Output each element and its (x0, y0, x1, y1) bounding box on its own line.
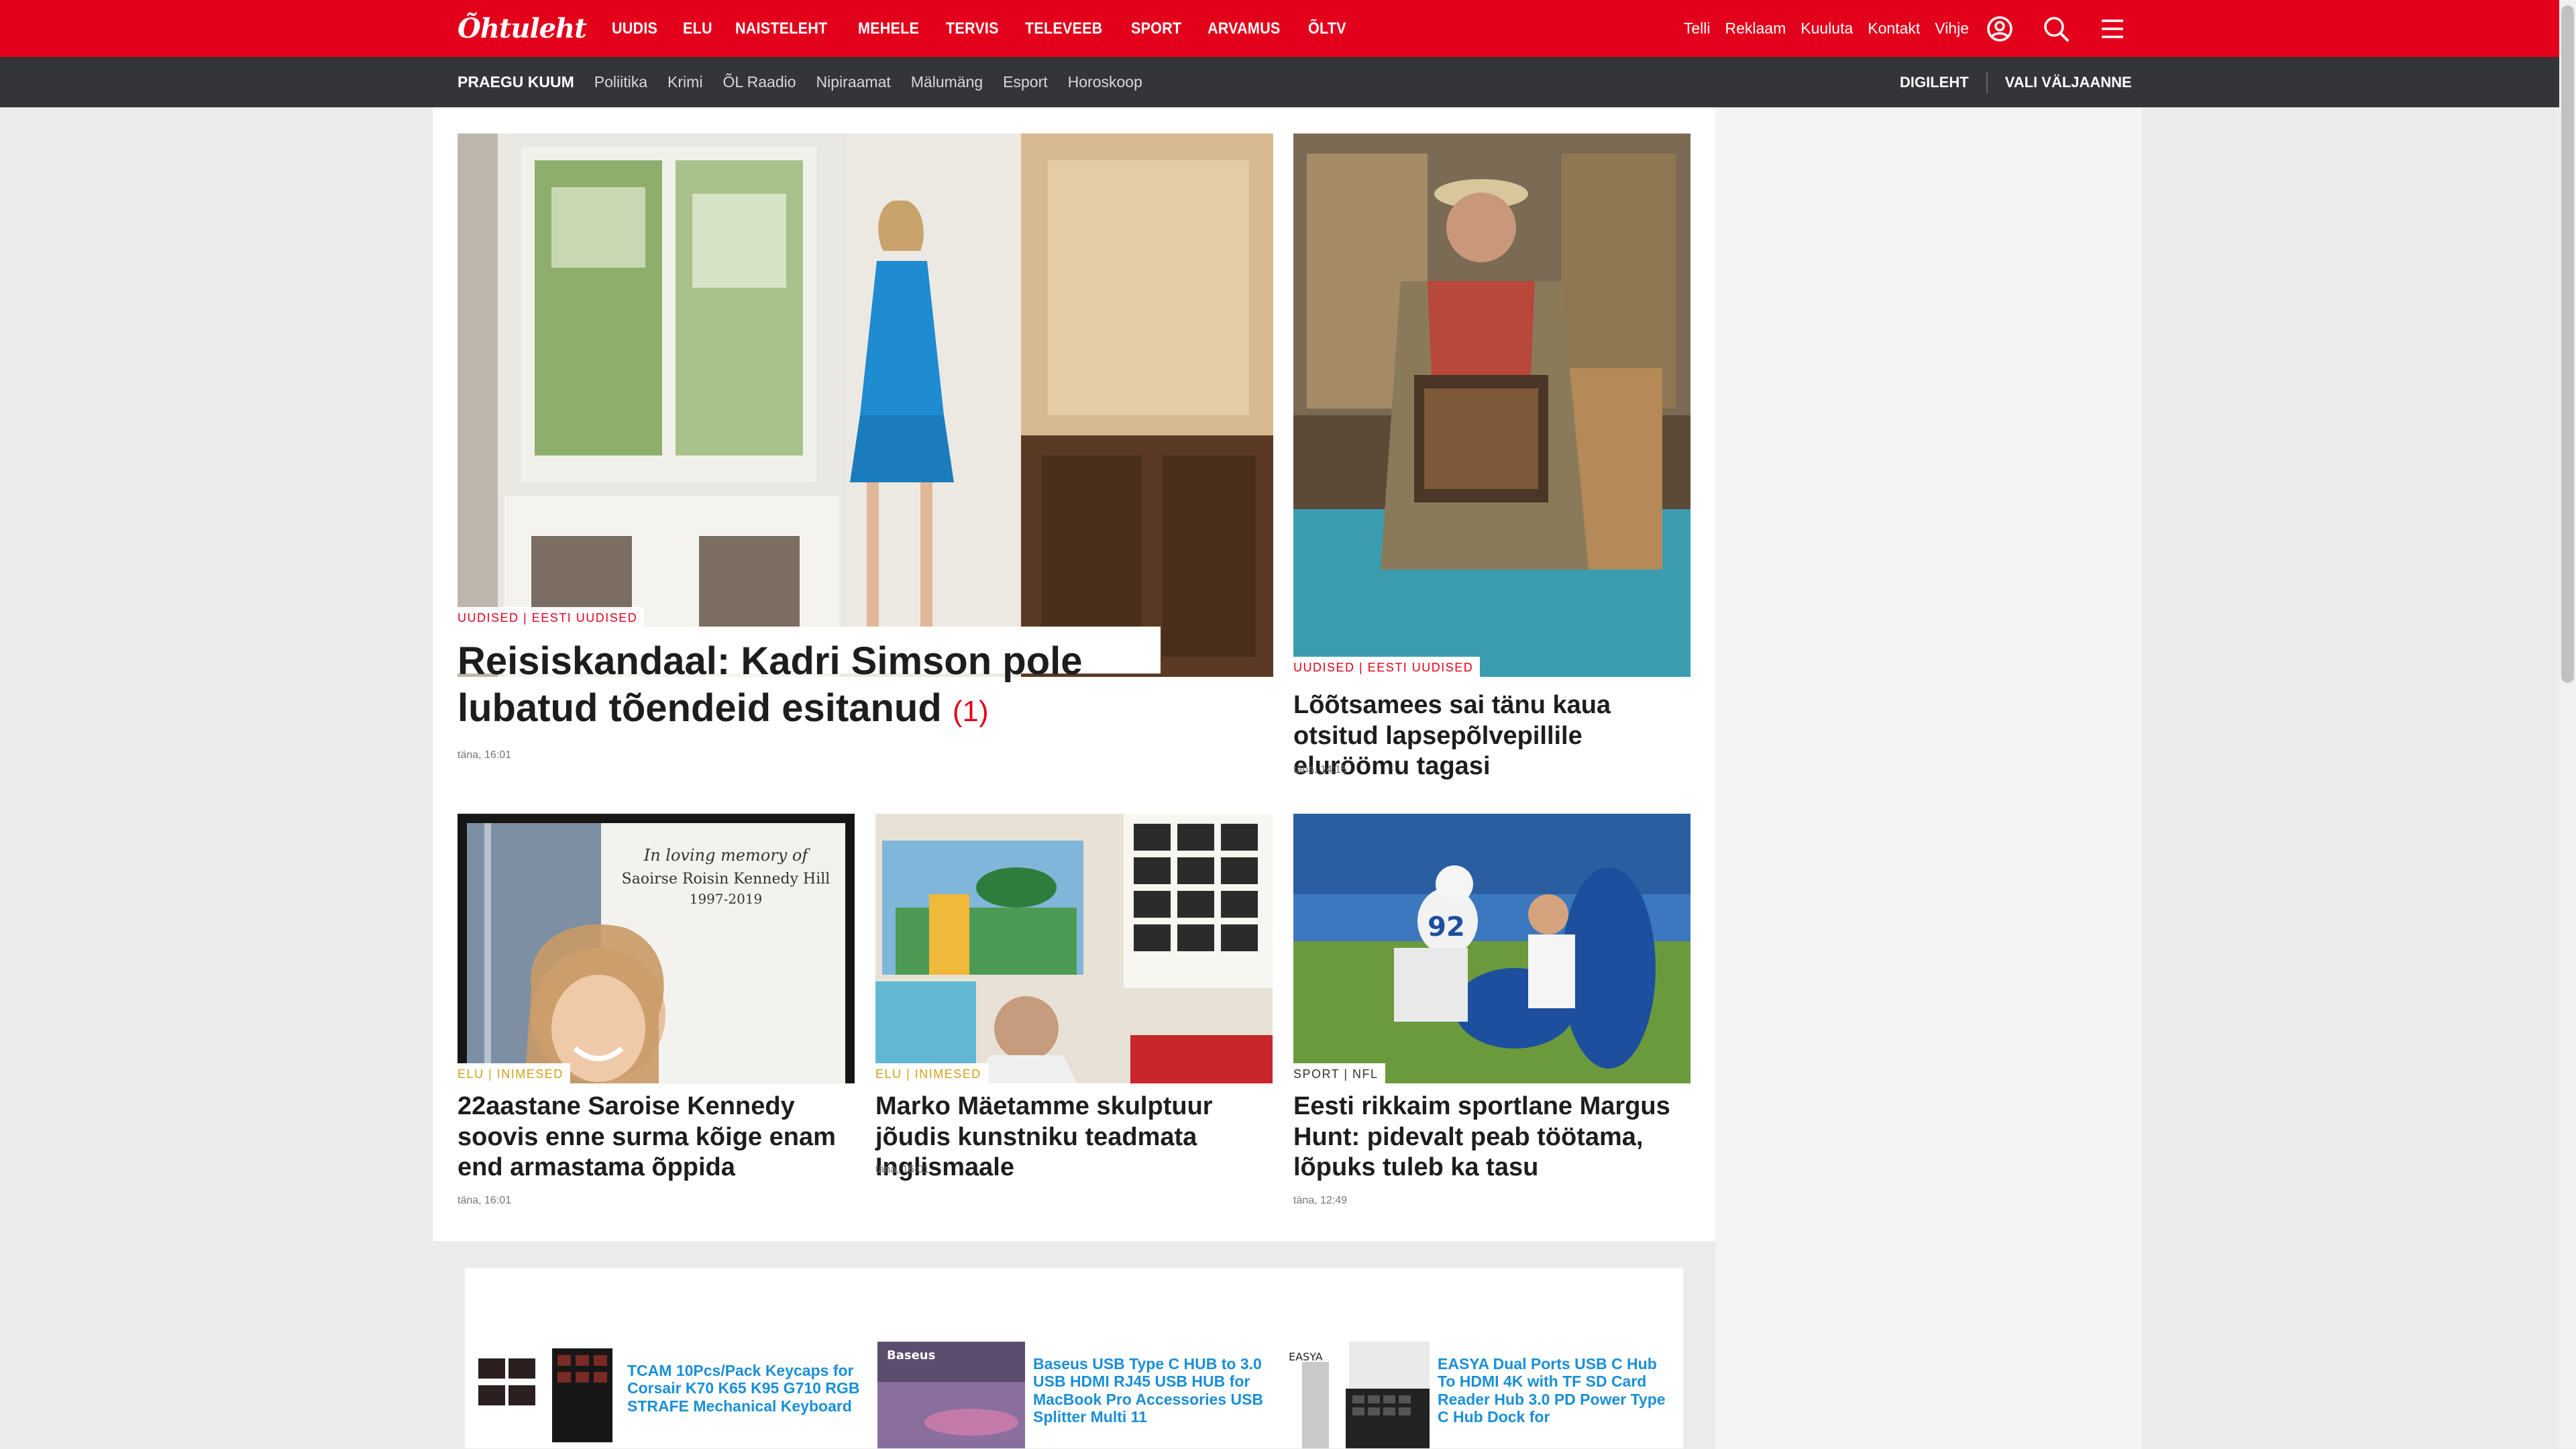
scrollbar-thumb[interactable] (2561, 5, 2574, 683)
edition-links: DIGILEHT VALI VÄLJAANNE (1900, 57, 2132, 107)
ad-item[interactable]: Baseus Baseus USB Type C HUB to 3.0 USB … (877, 1342, 1280, 1448)
util-link-reklaam[interactable]: Reklaam (1725, 19, 1786, 38)
article-headline[interactable]: Eesti rikkaim sportlane Margus Hunt: pid… (1293, 1091, 1682, 1183)
subnav-poliitika[interactable]: Poliitika (594, 73, 647, 91)
ad-thumbnail[interactable] (472, 1342, 619, 1448)
nav-item-mehele[interactable]: MEHELE (858, 19, 919, 38)
subnav-krimi[interactable]: Krimi (667, 73, 702, 91)
divider (1986, 71, 1988, 93)
ad-thumbnail[interactable]: EASYA (1282, 1342, 1430, 1448)
ad-text[interactable]: TCAM 10Pcs/Pack Keycaps for Corsair K70 … (627, 1362, 862, 1415)
nav-item-naisteleht[interactable]: NAISTELEHT (735, 19, 827, 38)
subnav-esport[interactable]: Esport (1003, 73, 1047, 91)
nav-item-arvamus[interactable]: ARVAMUS (1208, 19, 1280, 38)
article-category[interactable]: UUDISED | EESTI UUDISED (1293, 657, 1481, 678)
top-navigation-bar: Õhtuleht UUDIS ELU NAISTELEHT MEHELE TER… (0, 0, 2559, 57)
article-card[interactable]: ELU | INIMESED Marko Mäetamme skulptuur … (875, 814, 1273, 1189)
nav-item-tervis[interactable]: TERVIS (946, 19, 999, 38)
hamburger-menu-icon[interactable] (2098, 15, 2127, 43)
secondary-nav: PRAEGU KUUM Poliitika Krimi ÕL Raadio Ni… (458, 57, 1163, 107)
sponsored-products-box: TCAM 10Pcs/Pack Keycaps for Corsair K70 … (465, 1268, 1683, 1448)
article-image[interactable] (1293, 133, 1690, 677)
article-category[interactable]: ELU | INIMESED (458, 1063, 570, 1084)
article-image[interactable] (875, 814, 1273, 1083)
site-logo[interactable]: Õhtuleht (458, 12, 587, 46)
page-scrollbar[interactable] (2559, 0, 2576, 1448)
comment-count[interactable]: (1) (953, 695, 989, 728)
ad-brand-label: EASYA (1289, 1350, 1323, 1363)
util-link-telli[interactable]: Telli (1684, 19, 1711, 38)
ad-brand-label: Baseus (887, 1348, 935, 1362)
memorial-text-line-3: 1997-2019 (690, 891, 763, 907)
article-headline[interactable]: 22aastane Saroise Kennedy soovis enne su… (458, 1091, 847, 1183)
nav-item-televeeb[interactable]: TELEVEEB (1025, 19, 1102, 38)
ad-text[interactable]: Baseus USB Type C HUB to 3.0 USB HDMI RJ… (1033, 1355, 1268, 1426)
util-link-vihje[interactable]: Vihje (1935, 19, 1969, 38)
nav-item-sport[interactable]: SPORT (1131, 19, 1181, 38)
jersey-number: 92 (1428, 912, 1465, 943)
nav-item-oltv[interactable]: ÕLTV (1308, 19, 1346, 38)
utility-nav: Telli Reklaam Kuuluta Kontakt Vihje (1669, 0, 1969, 57)
memorial-text-line-2: Saoirse Roisin Kennedy Hill (622, 871, 830, 888)
article-image[interactable]: In loving memory of Saoirse Roisin Kenne… (458, 814, 855, 1083)
secondary-nav-bar: PRAEGU KUUM Poliitika Krimi ÕL Raadio Ni… (0, 57, 2559, 107)
subnav-horoskoop[interactable]: Horoskoop (1068, 73, 1142, 91)
lead-article-image[interactable] (458, 133, 1273, 677)
subnav-malumang[interactable]: Mälumäng (911, 73, 983, 91)
nav-item-uudis[interactable]: UUDIS (612, 19, 657, 38)
search-icon[interactable] (2042, 15, 2070, 43)
article-headline[interactable]: Lõõtsamees sai tänu kaua otsitud lapsepõ… (1293, 690, 1682, 782)
article-time: täna, 16:01 (458, 1195, 512, 1206)
account-circle-icon[interactable] (1986, 15, 2014, 43)
ad-item[interactable]: EASYA EASYA Dual Ports USB C Hub To HDMI… (1282, 1342, 1683, 1448)
memorial-text-line-1: In loving memory of (643, 846, 811, 865)
ad-item[interactable]: TCAM 10Pcs/Pack Keycaps for Corsair K70 … (472, 1342, 874, 1448)
subnav-nipiraamat[interactable]: Nipiraamat (816, 73, 891, 91)
header-icons (1986, 0, 2155, 57)
main-nav: UUDIS ELU NAISTELEHT MEHELE TERVIS TELEV… (612, 0, 1371, 57)
article-category[interactable]: ELU | INIMESED (875, 1063, 988, 1084)
util-link-kontakt[interactable]: Kontakt (1868, 19, 1920, 38)
subnav-praegu-kuum[interactable]: PRAEGU KUUM (458, 73, 574, 91)
right-ad-column (1715, 107, 2142, 1449)
article-card[interactable]: In loving memory of Saoirse Roisin Kenne… (458, 814, 855, 1216)
article-image[interactable]: 92 (1293, 814, 1690, 1083)
article-time: täna, 12:49 (1293, 1195, 1348, 1206)
subnav-ol-raadio[interactable]: ÕL Raadio (722, 73, 796, 91)
util-link-kuuluta[interactable]: Kuuluta (1801, 19, 1853, 38)
vali-valjaanne-link[interactable]: VALI VÄLJAANNE (2005, 74, 2132, 91)
article-category[interactable]: SPORT | NFL (1293, 1063, 1385, 1084)
ad-thumbnail[interactable]: Baseus (877, 1342, 1025, 1448)
lead-article[interactable]: UUDISED | EESTI UUDISED Reisiskandaal: K… (458, 133, 1273, 777)
ad-text[interactable]: EASYA Dual Ports USB C Hub To HDMI 4K wi… (1438, 1355, 1672, 1426)
digileht-link[interactable]: DIGILEHT (1900, 74, 1969, 91)
article-time: täna, 16:01 (458, 749, 512, 761)
article-time: täna, 14:15 (1293, 764, 1348, 775)
article-headline[interactable]: Reisiskandaal: Kadri Simson pole lubatud… (458, 638, 1128, 731)
nav-item-elu[interactable]: ELU (683, 19, 712, 38)
article-card[interactable]: UUDISED | EESTI UUDISED Lõõtsamees sai t… (1293, 133, 1690, 784)
article-category[interactable]: UUDISED | EESTI UUDISED (458, 607, 645, 628)
article-headline[interactable]: Marko Mäetamme skulptuur jõudis kunstnik… (875, 1091, 1265, 1183)
article-time: täna, 16:01 (875, 1164, 930, 1175)
headline-text[interactable]: Reisiskandaal: Kadri Simson pole lubatud… (458, 639, 1083, 730)
article-card[interactable]: 92 SPORT | NFL Eesti rikkaim sportlane M… (1293, 814, 1690, 1216)
